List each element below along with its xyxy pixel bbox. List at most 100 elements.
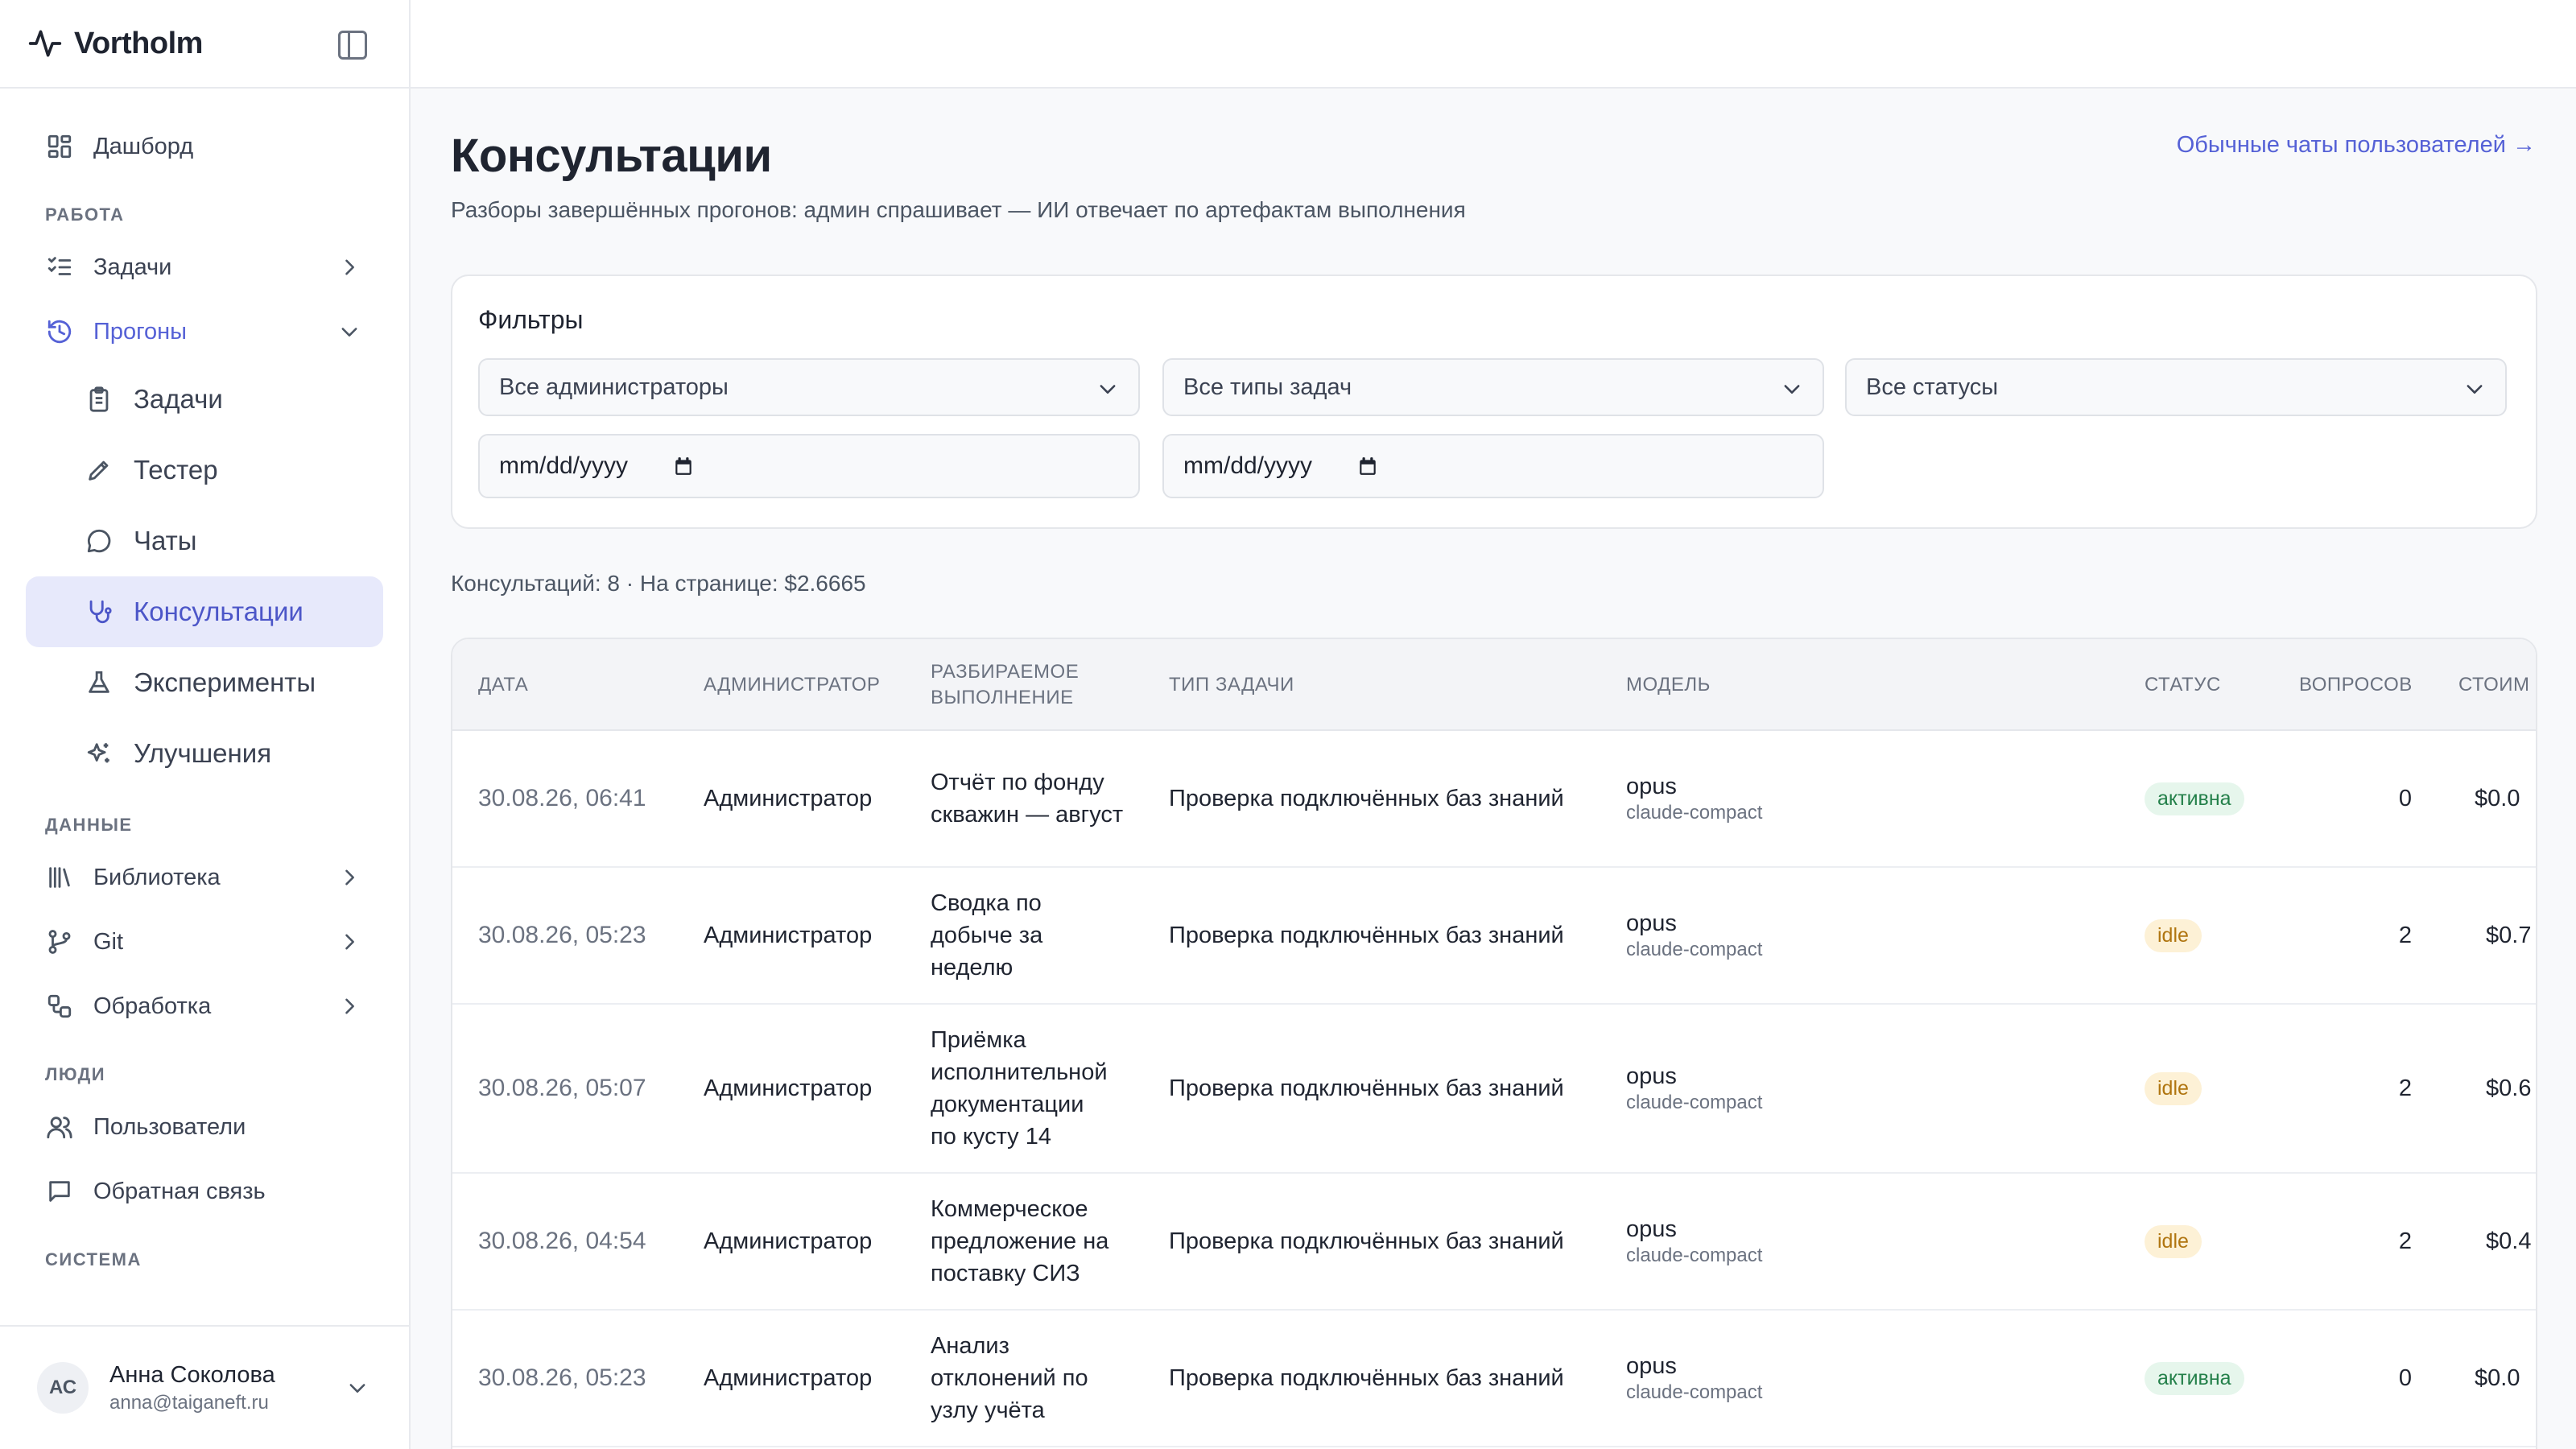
sidebar-subitem-tasks[interactable]: Задачи: [0, 364, 409, 435]
user-chats-link[interactable]: Обычные чаты пользователей →: [2177, 132, 2536, 159]
row-questions: 2: [2398, 1075, 2412, 1101]
sidebar-item-git[interactable]: Git: [0, 910, 409, 974]
date-to-input[interactable]: mm/dd/yyyy: [1162, 434, 1824, 498]
row-task-type: Проверка подключённых баз знаний: [1169, 785, 1564, 811]
status-badge: idle: [2145, 1071, 2202, 1105]
sidebar-item-runs[interactable]: Прогоны: [0, 299, 409, 364]
date-from-input[interactable]: mm/dd/yyyy: [478, 434, 1140, 498]
sidebar-item-library[interactable]: Библиотека: [0, 845, 409, 910]
row-status: активна: [2145, 731, 2244, 866]
row-admin: Администратор: [704, 1075, 873, 1101]
clipboard-icon: [84, 384, 114, 415]
collapse-sidebar-button[interactable]: [338, 31, 367, 60]
sidebar-item-dashboard[interactable]: Дашборд: [0, 114, 409, 179]
sidebar-subitem-label: Задачи: [134, 384, 223, 414]
sidebar-subitem-tester[interactable]: Тестер: [0, 435, 409, 506]
sidebar-nav: Дашборд РАБОТА Задачи Прогоны Задачи Тес…: [0, 89, 409, 1280]
row-run[interactable]: Приёмка исполнительной документации по к…: [931, 1005, 1108, 1172]
calendar-icon[interactable]: [673, 456, 694, 477]
sidebar-item-label: Задачи: [93, 254, 172, 280]
task-type-filter-value: Все типы задач: [1183, 374, 1352, 400]
chat-bubble-icon: [84, 526, 114, 556]
sidebar-subitem-label: Эксперименты: [134, 667, 316, 697]
sidebar-item-processing[interactable]: Обработка: [0, 974, 409, 1038]
column-header-cost[interactable]: СТОИМ: [2458, 639, 2530, 731]
main-content: Консультации Разборы завершённых прогоно…: [451, 89, 2537, 1449]
row-run[interactable]: Коммерческое предложение на поставку СИЗ: [931, 1174, 1124, 1309]
status-badge: активна: [2145, 782, 2244, 815]
date-to-placeholder: mm/dd/yyyy: [1183, 452, 1313, 479]
row-task-type: Проверка подключённых баз знаний: [1169, 922, 1564, 948]
model-name: opus: [1626, 773, 1677, 799]
column-header-questions[interactable]: ВОПРОСОВ: [2299, 639, 2413, 731]
row-task-type: Проверка подключённых баз знаний: [1169, 1075, 1564, 1101]
model-name: opus: [1626, 910, 1677, 936]
task-type-filter-select[interactable]: Все типы задач: [1162, 358, 1824, 416]
row-run[interactable]: Сводка по добыче за неделю: [931, 868, 1075, 1003]
row-model: opus claude-compact: [1626, 1311, 1762, 1446]
column-header-run[interactable]: РАЗБИРАЕМОЕ ВЫПОЛНЕНИЕ: [931, 639, 1108, 731]
sidebar-item-label: Пользователи: [93, 1113, 246, 1140]
status-badge: idle: [2145, 1224, 2202, 1258]
row-run[interactable]: Анализ отклонений по узлу учёта: [931, 1311, 1116, 1446]
sidebar-item-label: Дашборд: [93, 133, 194, 159]
user-menu[interactable]: АС Анна Соколова anna@taiganeft.ru: [0, 1325, 409, 1449]
sidebar-subitem-improvements[interactable]: Улучшения: [0, 718, 409, 789]
chevron-right-icon: [345, 869, 354, 886]
git-branch-icon: [45, 927, 74, 956]
calendar-icon[interactable]: [1357, 456, 1378, 477]
chevron-down-icon: [1784, 385, 1800, 394]
pencil-icon: [84, 455, 114, 485]
flask-icon: [84, 667, 114, 698]
sidebar-item-tasks[interactable]: Задачи: [0, 235, 409, 299]
admin-filter-select[interactable]: Все администраторы: [478, 358, 1140, 416]
table-row[interactable]: 30.08.26, 05:23 Администратор Анализ отк…: [452, 1311, 2536, 1447]
row-model: opus claude-compact: [1626, 1005, 1762, 1172]
sidebar-subitem-label: Тестер: [134, 455, 218, 485]
status-badge: активна: [2145, 1361, 2244, 1395]
table-row[interactable]: 30.08.26, 05:07 Администратор Приёмка ис…: [452, 1005, 2536, 1174]
sidebar-item-users[interactable]: Пользователи: [0, 1095, 409, 1159]
chevron-right-icon: [345, 259, 354, 275]
table-header: ДАТА АДМИНИСТРАТОР РАЗБИРАЕМОЕ ВЫПОЛНЕНИ…: [452, 639, 2536, 731]
sidebar-item-label: Прогоны: [93, 318, 188, 345]
sidebar-subitem-chats[interactable]: Чаты: [0, 506, 409, 576]
model-variant: claude-compact: [1626, 1244, 1763, 1266]
column-header-admin[interactable]: АДМИНИСТРАТОР: [704, 639, 880, 731]
row-status: idle: [2145, 868, 2202, 1003]
table-row[interactable]: 30.08.26, 04:54 Администратор Коммерческ…: [452, 1174, 2536, 1311]
row-cost: $0.0: [2475, 1364, 2520, 1391]
row-date: 30.08.26, 06:41: [478, 785, 646, 811]
chevron-down-icon: [1100, 385, 1116, 394]
sidebar-item-label: Git: [93, 928, 124, 955]
library-icon: [45, 863, 74, 892]
column-header-model[interactable]: МОДЕЛЬ: [1626, 639, 1711, 731]
list-checks-icon: [45, 253, 74, 282]
consultations-summary: Консультаций: 8 · На странице: $2.6665: [451, 571, 866, 596]
row-status: idle: [2145, 1174, 2202, 1309]
table-row[interactable]: 30.08.26, 06:41 Администратор Отчёт по ф…: [452, 731, 2536, 868]
user-info: Анна Соколова anna@taiganeft.ru: [109, 1362, 275, 1414]
column-header-date[interactable]: ДАТА: [478, 639, 528, 731]
sidebar-subitem-consultations[interactable]: Консультации: [26, 576, 383, 647]
model-variant: claude-compact: [1626, 1091, 1763, 1113]
page-subtitle: Разборы завершённых прогонов: админ спра…: [451, 197, 1466, 222]
table-row[interactable]: 30.08.26, 05:23 Администратор Сводка по …: [452, 868, 2536, 1005]
stethoscope-icon: [84, 597, 114, 627]
consultations-table: ДАТА АДМИНИСТРАТОР РАЗБИРАЕМОЕ ВЫПОЛНЕНИ…: [451, 638, 2537, 1449]
status-filter-select[interactable]: Все статусы: [1845, 358, 2507, 416]
model-variant: claude-compact: [1626, 1381, 1763, 1403]
model-name: opus: [1626, 1063, 1677, 1089]
history-icon: [45, 317, 74, 346]
column-header-status[interactable]: СТАТУС: [2145, 639, 2221, 731]
sidebar-item-label: Библиотека: [93, 864, 221, 890]
column-header-task-type[interactable]: ТИП ЗАДАЧИ: [1169, 639, 1294, 731]
row-model: opus claude-compact: [1626, 868, 1762, 1003]
sidebar-subitem-experiments[interactable]: Эксперименты: [0, 647, 409, 718]
row-run[interactable]: Отчёт по фонду скважин — август: [931, 731, 1140, 866]
sidebar-item-feedback[interactable]: Обратная связь: [0, 1159, 409, 1224]
section-data-heading: ДАННЫЕ: [45, 815, 133, 835]
row-questions: 0: [2398, 785, 2412, 811]
row-date: 30.08.26, 05:23: [478, 922, 646, 948]
row-status: idle: [2145, 1005, 2202, 1172]
